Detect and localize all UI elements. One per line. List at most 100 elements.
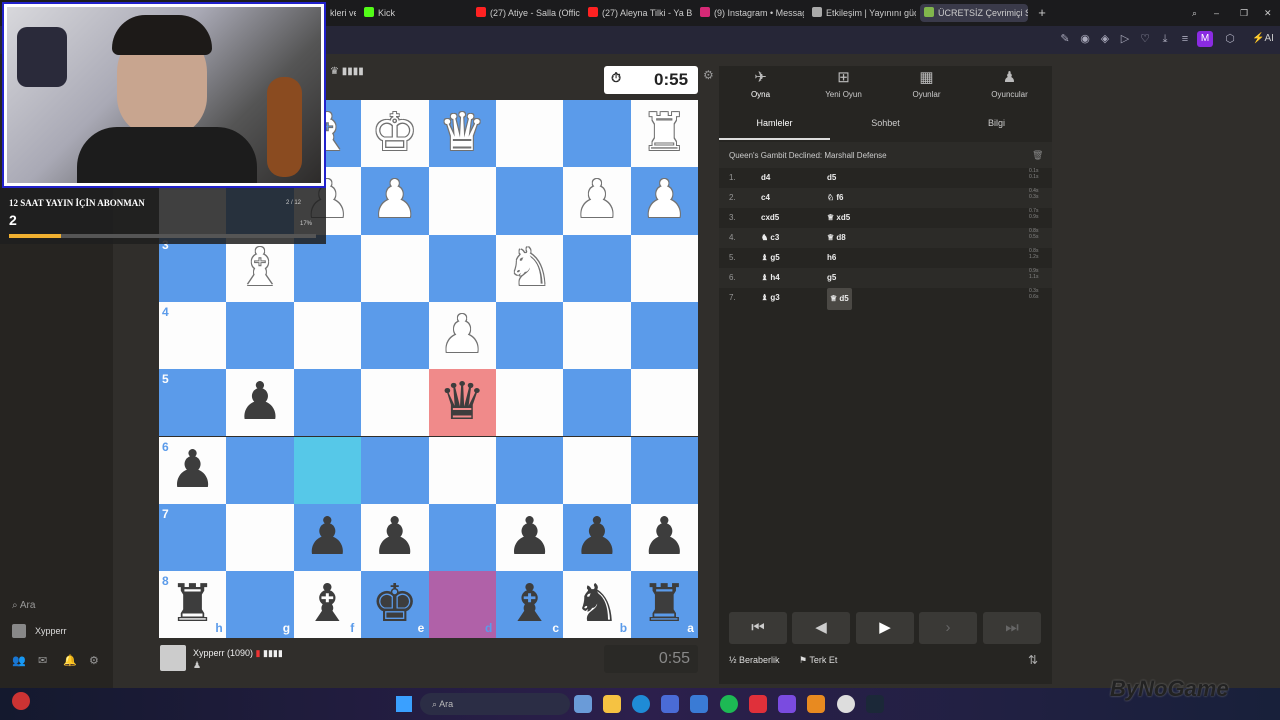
board-square[interactable]: [361, 369, 429, 437]
board-square[interactable]: [496, 301, 564, 370]
tab-new-game[interactable]: ⊞ Yeni Oyun: [802, 66, 885, 108]
black-move[interactable]: d5: [827, 168, 836, 188]
board-square[interactable]: [293, 301, 362, 370]
menu-icon[interactable]: ≡: [1179, 33, 1191, 45]
white-piece[interactable]: ♞: [496, 235, 563, 302]
black-move[interactable]: h6: [827, 248, 836, 268]
board-square[interactable]: [428, 167, 496, 235]
black-piece[interactable]: ♟: [159, 437, 226, 504]
board-square[interactable]: [563, 369, 631, 437]
store-icon[interactable]: [661, 695, 679, 713]
board-square[interactable]: [226, 503, 294, 572]
black-piece[interactable]: ♟: [496, 504, 563, 571]
gear-icon[interactable]: ⚙: [89, 654, 99, 667]
white-move[interactable]: ♝ g3: [761, 288, 780, 308]
player-name[interactable]: Xypperr (1090) ▮ ▮▮▮▮: [193, 648, 283, 659]
ai-button[interactable]: ⚡AI: [1252, 33, 1274, 44]
search-icon[interactable]: ⌕: [1188, 4, 1202, 22]
white-move[interactable]: c4: [761, 188, 770, 208]
avatar[interactable]: [12, 624, 26, 638]
board-square[interactable]: [159, 369, 227, 437]
app-icon[interactable]: [807, 695, 825, 713]
spotify-icon[interactable]: [720, 695, 738, 713]
restore-icon[interactable]: ❐: [1236, 4, 1250, 22]
board-square[interactable]: [496, 436, 564, 504]
board-square[interactable]: [563, 100, 631, 168]
notification-icon[interactable]: [12, 692, 30, 710]
chrome-icon[interactable]: [837, 695, 855, 713]
board-square[interactable]: [361, 234, 429, 302]
browser-tab-youtube-1[interactable]: (27) Atiye - Salla (Official: [472, 4, 580, 22]
shield-icon[interactable]: ◈: [1099, 33, 1111, 45]
resign-button[interactable]: ⚑ Terk Et: [799, 655, 837, 666]
board-square[interactable]: [226, 301, 294, 370]
board-square[interactable]: [630, 436, 699, 504]
edge-icon[interactable]: [632, 695, 650, 713]
white-move[interactable]: ♝ h4: [761, 268, 780, 288]
black-move[interactable]: g5: [827, 268, 836, 288]
black-move[interactable]: ♕ xd5: [827, 208, 850, 228]
board-square[interactable]: [428, 503, 496, 572]
draw-button[interactable]: ½ Beraberlik: [729, 655, 780, 665]
black-move[interactable]: ♘ f6: [827, 188, 844, 208]
white-move[interactable]: ♝ g5: [761, 248, 780, 268]
tab-info[interactable]: Bilgi: [941, 114, 1052, 140]
last-move-button[interactable]: ⏭: [983, 612, 1041, 644]
board-square[interactable]: [159, 503, 227, 572]
board-square[interactable]: [293, 234, 362, 302]
windows-start-icon[interactable]: [396, 696, 412, 712]
black-piece[interactable]: ♛: [429, 369, 496, 436]
white-move[interactable]: cxd5: [761, 208, 779, 228]
bell-icon[interactable]: 🔔: [63, 654, 77, 667]
browser-tab-etkilesim[interactable]: Etkileşim | Yayınını güç: [808, 4, 916, 22]
white-move[interactable]: d4: [761, 168, 770, 188]
white-piece[interactable]: ♜: [631, 100, 698, 167]
board-square[interactable]: [563, 301, 631, 370]
browser-tab-kick[interactable]: Kick: [360, 4, 450, 22]
new-tab-button[interactable]: +: [1034, 4, 1050, 22]
tab-moves[interactable]: Hamleler: [719, 114, 830, 140]
friends-icon[interactable]: 👥: [12, 654, 26, 667]
white-move[interactable]: ♞ c3: [761, 228, 779, 248]
board-square[interactable]: [428, 234, 496, 302]
camera-icon[interactable]: ◉: [1079, 33, 1091, 45]
tab-play[interactable]: ✈ Oyna: [719, 66, 802, 108]
close-icon[interactable]: ✕: [1260, 4, 1274, 22]
board-square[interactable]: [159, 301, 227, 370]
white-piece[interactable]: ♛: [429, 100, 496, 167]
app-icon[interactable]: [690, 695, 708, 713]
board-square[interactable]: [159, 234, 227, 302]
browser-tab[interactable]: kleri ve: [326, 4, 356, 22]
board-square[interactable]: [226, 436, 294, 504]
black-piece[interactable]: ♟: [294, 504, 361, 571]
tab-players[interactable]: ♟ Oyuncular: [968, 66, 1051, 108]
profile-avatar[interactable]: M: [1197, 31, 1213, 47]
mail-icon[interactable]: ✉: [38, 654, 47, 667]
black-move[interactable]: ♕ d5: [827, 288, 852, 310]
board-square[interactable]: [563, 436, 631, 504]
board-square[interactable]: [496, 100, 564, 168]
nav-username[interactable]: Xypperr: [35, 626, 67, 636]
white-piece[interactable]: ♟: [563, 167, 630, 234]
flip-board-icon[interactable]: ⇅: [1028, 653, 1038, 667]
black-move[interactable]: ♕ d8: [827, 228, 846, 248]
board-square[interactable]: [293, 369, 362, 437]
nav-search[interactable]: ⌕ Ara: [12, 600, 35, 611]
white-piece[interactable]: ♟: [361, 167, 428, 234]
settings-gear-icon[interactable]: ⚙: [703, 68, 714, 82]
taskbar-search[interactable]: ⌕ Ara: [420, 693, 570, 715]
play-icon[interactable]: ▷: [1119, 33, 1131, 45]
board-square[interactable]: [563, 234, 631, 302]
white-piece[interactable]: ♟: [429, 302, 496, 369]
opera-icon[interactable]: [749, 695, 767, 713]
black-piece[interactable]: ♟: [361, 504, 428, 571]
previous-move-button[interactable]: ◀: [792, 612, 850, 644]
board-square[interactable]: [496, 167, 564, 235]
minimize-icon[interactable]: –: [1210, 4, 1224, 22]
discord-icon[interactable]: [778, 695, 796, 713]
black-piece[interactable]: ♟: [226, 369, 293, 436]
white-piece[interactable]: ♝: [226, 235, 293, 302]
task-view-icon[interactable]: [574, 695, 592, 713]
black-piece[interactable]: ♟: [563, 504, 630, 571]
first-move-button[interactable]: ⏮: [729, 612, 787, 644]
